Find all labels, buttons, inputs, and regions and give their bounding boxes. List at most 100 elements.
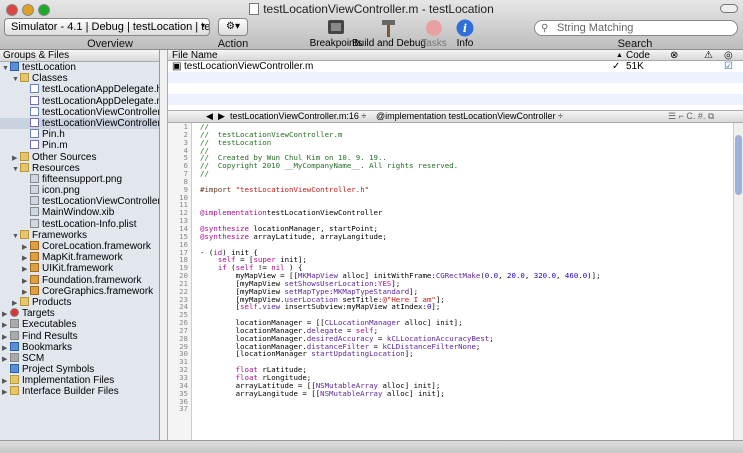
editor-tools-icon[interactable]: ☰ ⌐ C. #. ⧉ <box>668 111 714 122</box>
sidebar-item-label: MapKit.framework <box>42 252 123 264</box>
code-token: alloc] init]; <box>400 318 463 328</box>
code-token: CGRectMake <box>435 271 481 281</box>
sidebar-item[interactable]: ▶ SCM <box>0 352 159 364</box>
sidebar-item[interactable]: ▶ Interface Builder Files <box>0 386 159 397</box>
mfile-icon <box>30 117 39 127</box>
code-line: @synthesize arrayLatitude, arrayLangitud… <box>200 231 730 241</box>
sidebar-item[interactable]: fifteensupport.png <box>0 173 159 185</box>
blue-icon <box>10 341 19 351</box>
column-file-name[interactable]: File Name <box>172 50 218 61</box>
sidebar-item[interactable]: testLocation-Info.plist <box>0 218 159 230</box>
sidebar-item-label: Other Sources <box>32 151 97 163</box>
sidebar-item[interactable]: icon.png <box>0 185 159 196</box>
stop-icon <box>426 20 442 36</box>
sidebar-item-label: Pin.m <box>42 140 68 152</box>
status-bar <box>0 440 743 453</box>
split-view-divider[interactable] <box>160 50 168 440</box>
sidebar-item[interactable]: testLocationViewController.h <box>0 106 160 118</box>
sidebar-item[interactable]: Pin.h <box>0 129 159 140</box>
sidebar-item[interactable]: ▼ testLocation <box>0 62 159 73</box>
sidebar-item[interactable]: Pin.m <box>0 140 159 151</box>
action-button[interactable]: ⚙▾ <box>218 18 248 36</box>
code-editor[interactable]: 1 2 3 4 5 6 7 8 9 10 11 12 13 14 15 16 17 18 19 20 21 22 23 24 2… <box>168 123 743 440</box>
disclosure-closed-icon[interactable]: ▶ <box>2 387 10 398</box>
code-token: , <box>498 271 508 281</box>
sidebar-item[interactable]: ▶ MapKit.framework <box>0 252 159 263</box>
sidebar-item[interactable]: testLocationViewController.m <box>0 117 160 130</box>
sidebar-item[interactable]: ▶ UIKit.framework <box>0 263 159 274</box>
code-line: // testLocation <box>200 137 730 147</box>
toolbar-toggle-button[interactable] <box>720 4 738 13</box>
code-line: #import "testLocationViewController.h" <box>200 184 730 194</box>
sidebar-item[interactable]: ▼ Frameworks <box>0 229 159 241</box>
column-code[interactable]: Code <box>626 50 650 61</box>
sidebar-item[interactable]: ▶ Find Results <box>0 330 159 342</box>
gear-icon: ⚙▾ <box>226 21 240 32</box>
symbol-popup[interactable]: @implementation testLocationViewControll… <box>376 111 563 122</box>
code-token: arrayLangitude = [[ <box>200 388 321 398</box>
sidebar-item-label: testLocationViewController.h <box>42 106 160 118</box>
sidebar-item[interactable]: testLocationAppDelegate.m <box>0 95 159 107</box>
code-token: self <box>240 302 258 312</box>
file-popup[interactable]: testLocationViewController.m:16 ÷ <box>230 111 366 122</box>
sidebar-item[interactable]: ▶ Executables <box>0 319 159 330</box>
sidebar-item-label: SCM <box>22 352 45 364</box>
code-token: 460.0 <box>564 271 588 281</box>
overview-popup[interactable]: Simulator - 4.1 | Debug | testLocation |… <box>4 18 210 36</box>
info-button[interactable]: i Info <box>447 18 483 49</box>
scrollbar-thumb[interactable] <box>735 135 742 195</box>
code-token: ; <box>489 333 494 343</box>
code-token: "testLocationViewController.h" <box>235 184 370 194</box>
fw-icon <box>30 241 39 250</box>
sidebar-item-label: Classes <box>32 73 68 85</box>
sidebar-item[interactable]: ▶ CoreLocation.framework <box>0 241 159 252</box>
code-token: NSMutableArray <box>320 388 383 398</box>
editor-scrollbar[interactable] <box>733 123 743 440</box>
code-line: arrayLangitude = [[NSMutableArray alloc]… <box>200 388 730 398</box>
mfile-icon <box>30 95 39 105</box>
sidebar-item-label: Targets <box>22 308 55 320</box>
file-table-row[interactable]: ▣ testLocationViewController.m ✓ 51K ☑ <box>168 61 743 72</box>
sidebar-item-label: Foundation.framework <box>42 274 142 286</box>
code-token: ]; <box>431 302 441 312</box>
blue-icon <box>10 62 19 71</box>
sidebar-item[interactable]: ▶ Implementation Files <box>0 375 159 386</box>
code-line: // <box>200 170 730 178</box>
window-title: testLocationViewController.m - testLocat… <box>0 2 743 16</box>
source-code[interactable]: // // testLocationViewController.m// test… <box>200 123 730 413</box>
search-label: Search <box>617 38 653 50</box>
sidebar-item[interactable]: ▶ Products <box>0 296 159 308</box>
code-token: 20.0 <box>507 271 525 281</box>
sidebar-item[interactable]: Project Symbols <box>0 364 159 375</box>
sidebar-item[interactable]: ▶ Other Sources <box>0 151 159 163</box>
target-checkbox[interactable]: ☑ <box>724 61 733 72</box>
sidebar-item[interactable]: testLocationAppDelegate.h <box>0 84 159 95</box>
nav-back-icon[interactable]: ◀ <box>206 111 213 122</box>
sidebar-item[interactable]: ▶ Bookmarks <box>0 341 159 353</box>
sidebar-item[interactable]: ▶ Targets <box>0 308 159 319</box>
hfile-icon <box>30 106 39 116</box>
sidebar-item[interactable]: MainWindow.xib <box>0 207 159 218</box>
fw-icon <box>30 285 39 295</box>
groups-files-header[interactable]: Groups & Files <box>0 50 159 62</box>
code-token: // testLocation <box>200 137 272 147</box>
nav-forward-icon[interactable]: ▶ <box>218 111 225 122</box>
sidebar-item-label: Frameworks <box>32 229 88 241</box>
sidebar-item[interactable]: ▼ Resources <box>0 162 159 174</box>
sidebar-item[interactable]: ▶ Foundation.framework <box>0 274 159 286</box>
target-icon <box>10 308 19 318</box>
search-field[interactable]: ⚲ String Matching <box>534 20 738 36</box>
sidebar-item[interactable]: ▶ CoreGraphics.framework <box>0 285 159 297</box>
hfile-icon <box>30 129 39 139</box>
gray-icon <box>10 319 19 329</box>
code-token: startUpdatingLocation <box>311 349 405 359</box>
sidebar-item-label: testLocationViewController.m <box>42 117 160 129</box>
line-number: 37 <box>179 404 188 414</box>
action-label: Action <box>217 38 249 50</box>
code-token: @synthesize <box>200 231 249 241</box>
sidebar-item[interactable]: ▼ Classes <box>0 73 159 84</box>
sidebar-item-label: Find Results <box>22 330 78 342</box>
sidebar-item[interactable]: testLocationViewController.xib <box>0 196 159 207</box>
sidebar-item-label: Products <box>32 296 72 308</box>
editor-navigation-bar: ◀ ▶ testLocationViewController.m:16 ÷ @i… <box>168 110 743 123</box>
